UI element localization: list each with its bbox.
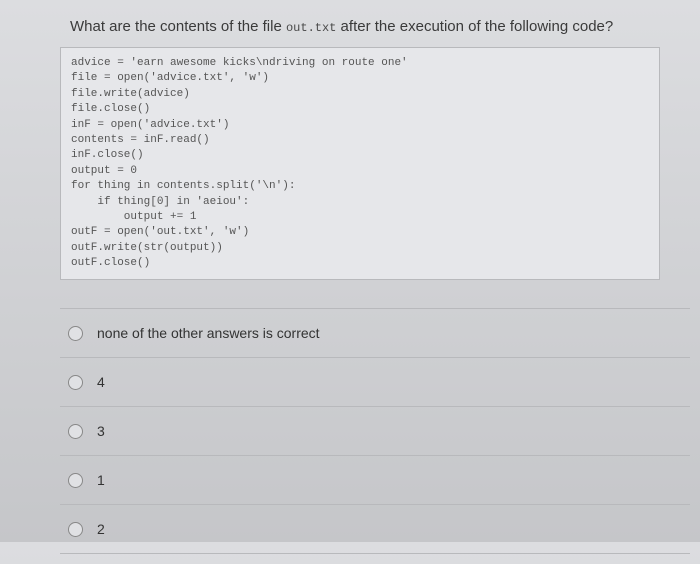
question-title: What are the contents of the file out.tx… xyxy=(60,18,690,35)
radio-icon[interactable] xyxy=(68,375,83,390)
answer-option[interactable]: none of the other answers is correct xyxy=(60,308,690,357)
question-filename: out.txt xyxy=(286,21,336,35)
answer-label: 3 xyxy=(97,423,105,439)
answer-option[interactable]: 2 xyxy=(60,504,690,554)
answer-list: none of the other answers is correct 4 3… xyxy=(60,308,690,554)
radio-icon[interactable] xyxy=(68,326,83,341)
code-block: advice = 'earn awesome kicks\ndriving on… xyxy=(60,47,660,280)
answer-label: 2 xyxy=(97,521,105,537)
answer-label: none of the other answers is correct xyxy=(97,325,320,341)
answer-label: 1 xyxy=(97,472,105,488)
answer-option[interactable]: 1 xyxy=(60,455,690,504)
answer-label: 4 xyxy=(97,374,105,390)
radio-icon[interactable] xyxy=(68,424,83,439)
question-prefix: What are the contents of the file xyxy=(70,18,286,35)
answer-option[interactable]: 3 xyxy=(60,406,690,455)
answer-option[interactable]: 4 xyxy=(60,357,690,406)
radio-icon[interactable] xyxy=(68,522,83,537)
radio-icon[interactable] xyxy=(68,473,83,488)
question-suffix: after the execution of the following cod… xyxy=(336,18,613,35)
